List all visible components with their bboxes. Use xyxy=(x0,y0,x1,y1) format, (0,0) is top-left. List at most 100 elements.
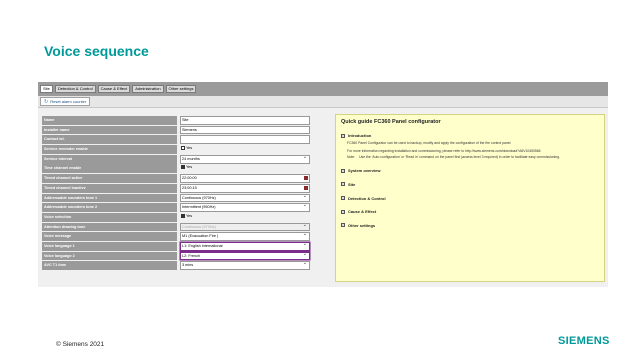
collapse-box-icon xyxy=(341,223,345,228)
field-checkbox[interactable]: Yes xyxy=(180,145,310,154)
checkbox-label: Yes xyxy=(186,146,193,151)
site-settings-form: Name Site Installer name Siemens Contact tel… xyxy=(42,116,310,271)
form-row: Installer name Siemens xyxy=(42,125,310,135)
guide-section-list: System overview Site Detection & Control Ca… xyxy=(341,168,599,228)
field-label: Timed channel active xyxy=(42,174,177,183)
form-row: Service interval 24 months xyxy=(42,154,310,164)
checkbox-checked-icon[interactable] xyxy=(181,165,185,170)
field-value: Intermittent (950Hz) xyxy=(182,205,216,210)
field-select: Continuous (970Hz) xyxy=(180,222,310,232)
field-select[interactable]: L2: French xyxy=(180,251,310,261)
collapse-box-icon xyxy=(341,182,345,187)
field-select[interactable]: Intermittent (950Hz) xyxy=(180,203,310,212)
field-label: Voice language 1 xyxy=(42,241,177,251)
field-checkbox[interactable]: Yes xyxy=(180,213,310,222)
guide-intro-text-1: FC360 Panel Configurator can be used to … xyxy=(347,141,512,145)
collapse-box-icon xyxy=(341,133,345,138)
field-value: 23:00:15 xyxy=(182,185,197,190)
guide-section-label: Site xyxy=(348,181,356,187)
copyright-footer: © Siemens 2021 xyxy=(56,341,105,348)
collapse-box-icon xyxy=(341,168,345,173)
tab-site[interactable]: Site xyxy=(40,85,53,93)
guide-section[interactable]: Site xyxy=(341,182,599,187)
guide-intro-text-2: For more information regarding installat… xyxy=(347,148,541,153)
field-input[interactable] xyxy=(180,135,310,145)
form-row: Timed channel active 22:00:00 xyxy=(42,174,310,183)
form-row: Addressable sounders tone 1 Continuous (9… xyxy=(42,193,310,203)
form-row: Name Site xyxy=(42,116,310,125)
checkbox-unchecked-icon[interactable] xyxy=(181,146,185,151)
reset-alarm-counter-label: Reset alarm counter xyxy=(50,99,87,104)
field-time[interactable]: 22:00:00 xyxy=(180,174,310,183)
form-row: Voice selection Yes xyxy=(42,212,310,222)
field-label: Time channel enable xyxy=(42,164,177,174)
reset-alarm-counter-button[interactable]: ↻ Reset alarm counter xyxy=(40,97,91,106)
field-value: L2: French xyxy=(182,253,201,258)
tab-bar: Site Detection & Control Cause & Effect … xyxy=(38,82,608,96)
field-value: Continuous (970Hz) xyxy=(182,224,216,229)
field-select[interactable]: 3 mins xyxy=(180,261,310,271)
guide-section-introduction[interactable]: Introduction xyxy=(341,133,599,138)
field-label: AVC T1 time xyxy=(42,261,177,271)
form-row: Time channel enable Yes xyxy=(42,164,310,174)
field-time[interactable]: 23:00:15 xyxy=(180,183,310,193)
checkbox-label: Yes xyxy=(186,165,193,170)
field-value: Siemens xyxy=(182,127,197,132)
field-value: Site xyxy=(182,118,189,122)
guide-note-label: Note: xyxy=(347,155,356,160)
tab-detection-control[interactable]: Detection & Control xyxy=(54,85,96,93)
field-label: Service reminder enable xyxy=(42,145,177,154)
collapse-box-icon xyxy=(341,209,345,214)
field-label: Voice selection xyxy=(42,212,177,222)
guide-section-label: Detection & Control xyxy=(348,195,386,201)
field-label: Contact tel. xyxy=(42,135,177,145)
guide-section-label: System overview xyxy=(348,168,381,174)
guide-section-label: Other settings xyxy=(348,222,376,228)
form-row: Addressable sounders tone 2 Intermittent … xyxy=(42,203,310,212)
toolbar: ↻ Reset alarm counter xyxy=(38,96,608,108)
field-value: L1: English international xyxy=(182,243,223,248)
panel-configurator-window: Site Detection & Control Cause & Effect … xyxy=(38,82,608,287)
field-label: Timed channel inactive xyxy=(42,183,177,193)
form-row: Voice language 1 L1: English internationa… xyxy=(42,241,310,251)
checkbox-label: Yes xyxy=(186,213,193,218)
guide-section[interactable]: Cause & Effect xyxy=(341,209,599,214)
tab-administration[interactable]: Administration xyxy=(132,85,164,93)
guide-note-text: Use the 'Auto configuration' or 'Read in… xyxy=(359,155,560,160)
field-select[interactable]: Continuous (970Hz) xyxy=(180,193,310,203)
field-select[interactable]: M1 (Evacuation Fire ) xyxy=(180,232,310,242)
field-select[interactable]: 24 months xyxy=(180,154,310,164)
field-label: Addressable sounders tone 2 xyxy=(42,203,177,212)
calendar-icon[interactable] xyxy=(304,185,308,190)
form-row: Voice message M1 (Evacuation Fire ) xyxy=(42,232,310,242)
siemens-logo: SIEMENS xyxy=(558,335,610,347)
checkbox-checked-icon[interactable] xyxy=(181,213,185,218)
guide-section[interactable]: System overview xyxy=(341,168,599,173)
slide-title: Voice sequence xyxy=(44,43,149,59)
form-row: Timed channel inactive 23:00:15 xyxy=(42,183,310,193)
tab-other-settings[interactable]: Other settings xyxy=(165,85,197,93)
tab-cause-effect[interactable]: Cause & Effect xyxy=(97,85,131,93)
guide-note: Note: Use the 'Auto configuration' or 'R… xyxy=(347,155,599,159)
form-row: AVC T1 time 3 mins xyxy=(42,261,310,271)
field-label: Voice language 2 xyxy=(42,251,177,261)
field-select[interactable]: L1: English international xyxy=(180,241,310,251)
calendar-icon[interactable] xyxy=(304,176,308,181)
field-checkbox[interactable]: Yes xyxy=(180,164,310,173)
guide-section-label: Introduction xyxy=(348,133,372,138)
field-label: Addressable sounders tone 1 xyxy=(42,193,177,203)
guide-section[interactable]: Other settings xyxy=(341,223,599,228)
field-label: Name xyxy=(42,116,177,125)
quick-guide-panel: Quick guide FC360 Panel configurator Int… xyxy=(335,114,605,282)
form-row: Attention drawing tone Continuous (970Hz) xyxy=(42,222,310,232)
field-value: 24 months xyxy=(182,156,200,161)
quick-guide-title: Quick guide FC360 Panel configurator xyxy=(341,119,441,125)
field-input[interactable]: Site xyxy=(180,116,310,125)
field-value: 22:00:00 xyxy=(182,176,197,181)
guide-section[interactable]: Detection & Control xyxy=(341,196,599,201)
form-row: Service reminder enable Yes xyxy=(42,145,310,154)
field-value: M1 (Evacuation Fire ) xyxy=(182,234,219,239)
form-row: Contact tel. xyxy=(42,135,310,145)
collapse-box-icon xyxy=(341,196,345,201)
field-input[interactable]: Siemens xyxy=(180,125,310,135)
